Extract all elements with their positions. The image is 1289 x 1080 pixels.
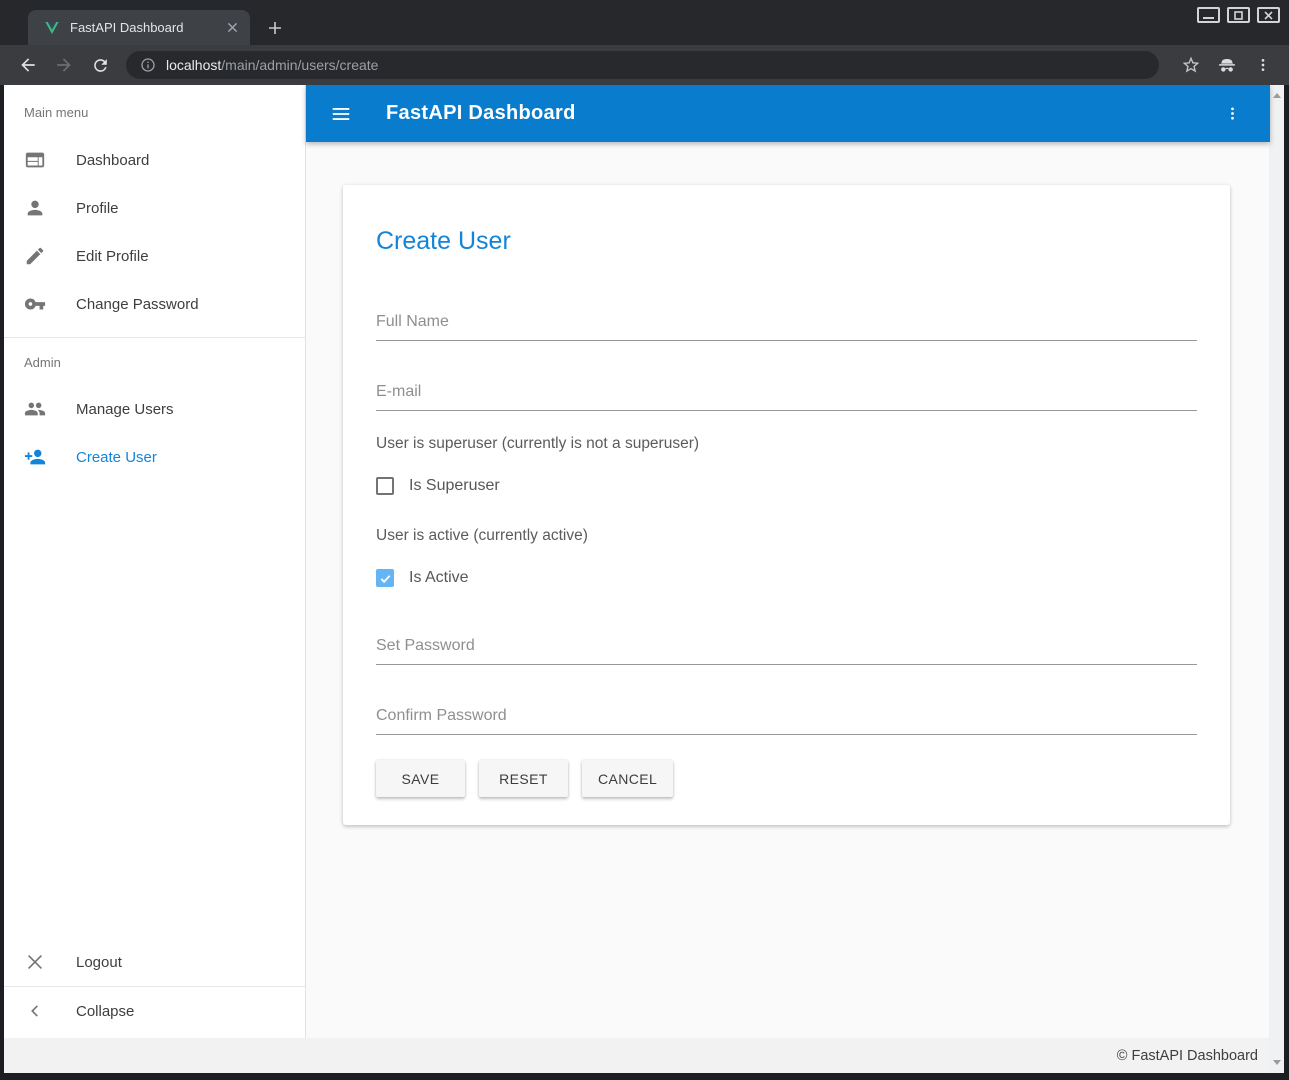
person-add-icon — [24, 446, 46, 468]
key-icon — [24, 293, 46, 315]
bookmark-star-icon[interactable] — [1177, 51, 1205, 79]
site-info-icon[interactable] — [140, 57, 156, 73]
sidebar-item-create-user[interactable]: Create User — [4, 433, 305, 481]
confirm-password-input[interactable] — [376, 707, 1197, 735]
form-actions: SAVE RESET CANCEL — [376, 760, 1197, 797]
browser-tab[interactable]: FastAPI Dashboard — [28, 10, 250, 45]
password-field — [376, 637, 1197, 665]
hamburger-menu-icon[interactable] — [329, 102, 353, 126]
checkbox-label: Is Superuser — [409, 477, 500, 495]
sidebar-section-main-menu: Main menu — [4, 85, 305, 121]
sidebar-item-label: Edit Profile — [76, 248, 149, 265]
reset-button[interactable]: RESET — [479, 760, 568, 797]
confirm-password-field — [376, 707, 1197, 735]
browser-titlebar: FastAPI Dashboard — [0, 0, 1289, 45]
sidebar-section-admin: Admin — [4, 338, 305, 371]
cancel-button[interactable]: CANCEL — [582, 760, 673, 797]
sidebar-item-label: Manage Users — [76, 401, 174, 418]
scrollbar-down-arrow[interactable] — [1273, 1060, 1281, 1065]
chevron-left-icon — [24, 1000, 46, 1022]
tab-close-icon[interactable] — [222, 18, 242, 38]
sidebar-item-manage-users[interactable]: Manage Users — [4, 385, 305, 433]
window-close-button[interactable] — [1257, 7, 1280, 23]
sidebar-item-label: Dashboard — [76, 152, 149, 169]
browser-toolbar: localhost/main/admin/users/create — [0, 45, 1289, 85]
copyright-text: © FastAPI Dashboard — [1117, 1048, 1258, 1064]
window-minimize-button[interactable] — [1197, 7, 1220, 23]
vue-logo-icon — [44, 20, 60, 36]
create-user-card: Create User User is superuser (currently… — [343, 185, 1230, 825]
url-path: /main/admin/users/create — [221, 57, 378, 73]
sidebar-item-collapse[interactable]: Collapse — [4, 987, 305, 1035]
url-text: localhost/main/admin/users/create — [166, 57, 378, 73]
superuser-hint: User is superuser (currently is not a su… — [376, 434, 1197, 453]
window-controls — [1197, 7, 1280, 23]
save-button[interactable]: SAVE — [376, 760, 465, 797]
app-toolbar: FastAPI Dashboard — [306, 85, 1270, 142]
sidebar-item-label: Create User — [76, 449, 157, 466]
browser-menu-icon[interactable] — [1249, 51, 1277, 79]
sidebar-item-label: Collapse — [76, 1003, 134, 1020]
page-scrollbar[interactable] — [1269, 85, 1284, 1073]
close-icon — [24, 951, 46, 973]
app-menu-kebab-icon[interactable] — [1220, 102, 1244, 126]
url-bar[interactable]: localhost/main/admin/users/create — [126, 51, 1159, 79]
pencil-icon — [24, 245, 46, 267]
is-superuser-checkbox-row[interactable]: Is Superuser — [376, 477, 1197, 495]
group-icon — [24, 398, 46, 420]
is-active-checkbox-row[interactable]: Is Active — [376, 569, 1197, 587]
tab-title: FastAPI Dashboard — [70, 20, 222, 35]
back-button[interactable] — [14, 51, 42, 79]
checkbox-label: Is Active — [409, 569, 469, 587]
window-maximize-button[interactable] — [1227, 7, 1250, 23]
sidebar-item-label: Change Password — [76, 296, 199, 313]
dashboard-icon — [24, 149, 46, 171]
incognito-icon — [1213, 51, 1241, 79]
page: Main menu Dashboard Profile Edit Profile — [4, 85, 1284, 1073]
person-icon — [24, 197, 46, 219]
sidebar-bottom: Logout Collapse — [4, 938, 305, 1035]
active-hint: User is active (currently active) — [376, 526, 1197, 545]
email-field — [376, 383, 1197, 411]
page-footer: © FastAPI Dashboard — [4, 1038, 1284, 1073]
reload-button[interactable] — [86, 51, 114, 79]
sidebar-item-profile[interactable]: Profile — [4, 184, 305, 232]
sidebar-item-edit-profile[interactable]: Edit Profile — [4, 232, 305, 280]
sidebar-item-label: Profile — [76, 200, 119, 217]
email-input[interactable] — [376, 383, 1197, 411]
app-title: FastAPI Dashboard — [386, 102, 576, 125]
password-input[interactable] — [376, 637, 1197, 665]
sidebar-item-change-password[interactable]: Change Password — [4, 280, 305, 328]
full-name-input[interactable] — [376, 313, 1197, 341]
is-active-checkbox[interactable] — [376, 569, 394, 587]
page-title: Create User — [376, 227, 1197, 256]
forward-button[interactable] — [50, 51, 78, 79]
main-area: FastAPI Dashboard Create User User is su… — [306, 85, 1270, 1038]
url-host: localhost — [166, 57, 221, 73]
is-superuser-checkbox[interactable] — [376, 477, 394, 495]
sidebar: Main menu Dashboard Profile Edit Profile — [4, 85, 306, 1038]
sidebar-item-dashboard[interactable]: Dashboard — [4, 136, 305, 184]
content-area: Create User User is superuser (currently… — [306, 142, 1270, 1003]
sidebar-item-label: Logout — [76, 954, 122, 971]
sidebar-item-logout[interactable]: Logout — [4, 938, 305, 986]
full-name-field — [376, 313, 1197, 341]
scrollbar-up-arrow[interactable] — [1273, 93, 1281, 98]
new-tab-button[interactable] — [261, 14, 288, 41]
